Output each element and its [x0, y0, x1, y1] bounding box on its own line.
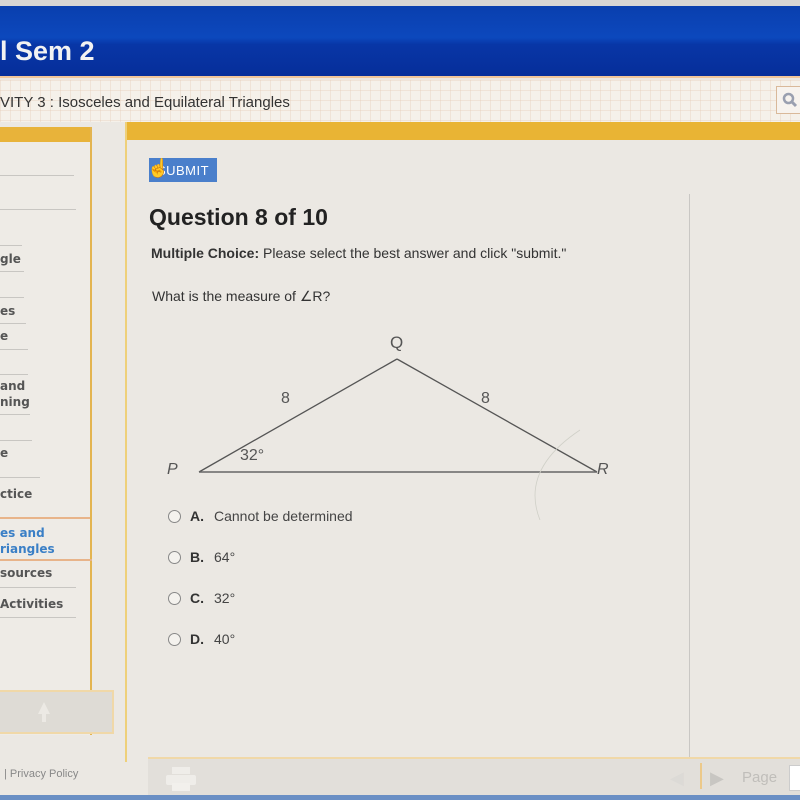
- choice-letter: C.: [190, 590, 204, 606]
- vertex-label-p: P: [167, 461, 178, 478]
- activity-bar: VITY 3 : Isosceles and Equilateral Trian…: [0, 80, 800, 122]
- choice-d[interactable]: D. 40°: [168, 631, 235, 647]
- radio-button[interactable]: [168, 550, 181, 564]
- search-icon: [782, 92, 798, 108]
- sidebar-divider: [0, 587, 76, 588]
- sidebar-divider: [0, 440, 32, 441]
- sidebar-divider: [0, 349, 28, 350]
- print-icon[interactable]: [164, 765, 198, 793]
- sidebar-divider: [0, 374, 28, 375]
- choice-letter: D.: [190, 631, 204, 647]
- sidebar-divider: [0, 297, 24, 298]
- choice-text: 32°: [214, 590, 236, 606]
- sidebar-scroll-up-button[interactable]: [0, 690, 114, 734]
- radio-button[interactable]: [168, 591, 181, 605]
- sidebar-item-isosceles-active-line2[interactable]: riangles: [0, 541, 55, 557]
- choice-letter: A.: [190, 508, 204, 524]
- question-panel-header-bar: [127, 122, 800, 140]
- footer-toolbar: ◀ ▶ Page: [148, 757, 800, 797]
- question-title: Question 8 of 10: [149, 204, 328, 230]
- course-header: l Sem 2: [0, 6, 800, 78]
- sidebar-item-practice[interactable]: ctice: [0, 486, 32, 502]
- sidebar-item-es[interactable]: es: [0, 303, 15, 319]
- question-prompt: What is the measure of ∠R?: [152, 288, 331, 304]
- sidebar-item-triangle[interactable]: gle: [0, 251, 21, 267]
- choice-text: Cannot be determined: [214, 508, 353, 524]
- activity-title: VITY 3 : Isosceles and Equilateral Trian…: [0, 94, 290, 111]
- search-button[interactable]: [776, 86, 800, 114]
- sidebar-header-bar: [0, 127, 90, 142]
- triangle-diagram: Q P R 8 8 32°: [167, 333, 609, 520]
- course-title: l Sem 2: [0, 36, 95, 66]
- side-qr: [396, 358, 598, 473]
- sidebar-divider: [0, 323, 26, 324]
- hand-cursor-icon: ☝: [147, 158, 170, 178]
- radio-button[interactable]: [168, 632, 181, 646]
- vertex-label-q: Q: [390, 333, 403, 352]
- choice-letter: B.: [190, 549, 204, 565]
- side-label-pq: 8: [281, 390, 290, 407]
- choice-b[interactable]: B. 64°: [168, 549, 235, 565]
- arrow-up-icon: [38, 702, 50, 722]
- next-page-arrow-icon[interactable]: ▶: [710, 768, 724, 789]
- page-number-input[interactable]: [789, 765, 800, 791]
- radio-button[interactable]: [168, 509, 181, 523]
- sidebar-item-activities[interactable]: Activities: [0, 596, 63, 612]
- sidebar-item-and-line1[interactable]: and: [0, 378, 25, 394]
- sidebar-item-resources[interactable]: sources: [0, 565, 52, 581]
- sidebar: gle es e and ning e ctice es and riangle…: [0, 127, 92, 735]
- sidebar-item-e2[interactable]: e: [0, 445, 8, 461]
- sidebar-divider-active: [0, 517, 90, 519]
- angle-label-p: 32°: [240, 447, 264, 464]
- sidebar-divider: [0, 414, 30, 415]
- question-instructions: Multiple Choice: Please select the best …: [151, 245, 566, 261]
- side-label-qr: 8: [481, 390, 490, 407]
- sidebar-item-and-line2[interactable]: ning: [0, 394, 30, 410]
- choice-text: 64°: [214, 549, 236, 565]
- sidebar-divider: [0, 477, 40, 478]
- instructions-type: Multiple Choice:: [151, 245, 260, 261]
- sidebar-divider: [0, 209, 76, 210]
- sidebar-divider: [0, 271, 24, 272]
- vertex-label-r: R: [597, 461, 609, 478]
- previous-page-arrow-icon[interactable]: ◀: [670, 768, 684, 789]
- page-label: Page: [742, 769, 778, 786]
- side-pq: [198, 358, 398, 473]
- bottom-strip: [0, 795, 800, 800]
- sidebar-divider: [0, 245, 22, 246]
- choice-a[interactable]: A. Cannot be determined: [168, 508, 353, 524]
- choice-c[interactable]: C. 32°: [168, 590, 235, 606]
- sidebar-divider-active: [0, 559, 92, 561]
- sidebar-divider: [0, 175, 74, 176]
- content-divider: [689, 194, 690, 779]
- sidebar-item-isosceles-active-line1[interactable]: es and: [0, 525, 45, 541]
- sidebar-item-e[interactable]: e: [0, 328, 8, 344]
- angle-arc-mark: [534, 429, 581, 520]
- sidebar-divider: [0, 617, 76, 618]
- instructions-text: Please select the best answer and click …: [259, 245, 567, 261]
- privacy-policy-link[interactable]: | Privacy Policy: [4, 768, 78, 780]
- choice-text: 40°: [214, 631, 236, 647]
- nav-separator: [700, 763, 702, 789]
